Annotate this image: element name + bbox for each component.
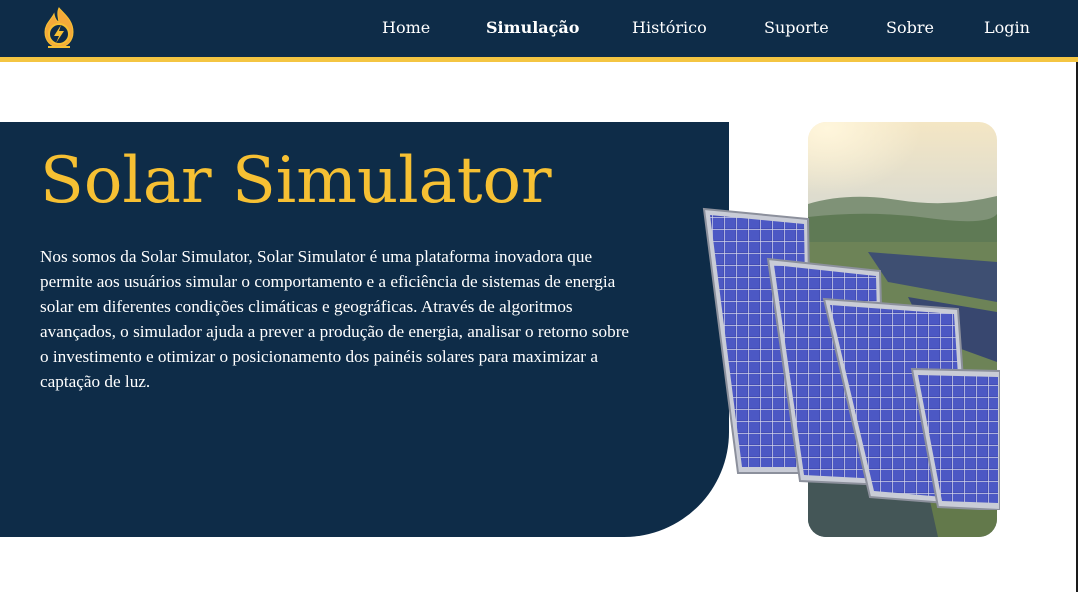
nav-simulacao-link[interactable]: Simulação xyxy=(486,18,579,37)
hero-panel: Solar Simulator Nos somos da Solar Simul… xyxy=(0,122,729,537)
nav-historico-link[interactable]: Histórico xyxy=(632,18,707,37)
solar-panels-image xyxy=(700,205,1001,512)
nav-login-link[interactable]: Login xyxy=(984,18,1030,37)
nav-sobre-link[interactable]: Sobre xyxy=(886,18,934,37)
main-nav: Home Simulação Histórico Suporte Sobre L… xyxy=(0,0,1078,57)
top-navbar: Home Simulação Histórico Suporte Sobre L… xyxy=(0,0,1078,57)
nav-accent-bar xyxy=(0,57,1078,62)
hero-title: Solar Simulator xyxy=(40,144,552,218)
nav-home-link[interactable]: Home xyxy=(382,18,430,37)
nav-suporte-link[interactable]: Suporte xyxy=(764,18,829,37)
hero-description: Nos somos da Solar Simulator, Solar Simu… xyxy=(40,247,630,391)
